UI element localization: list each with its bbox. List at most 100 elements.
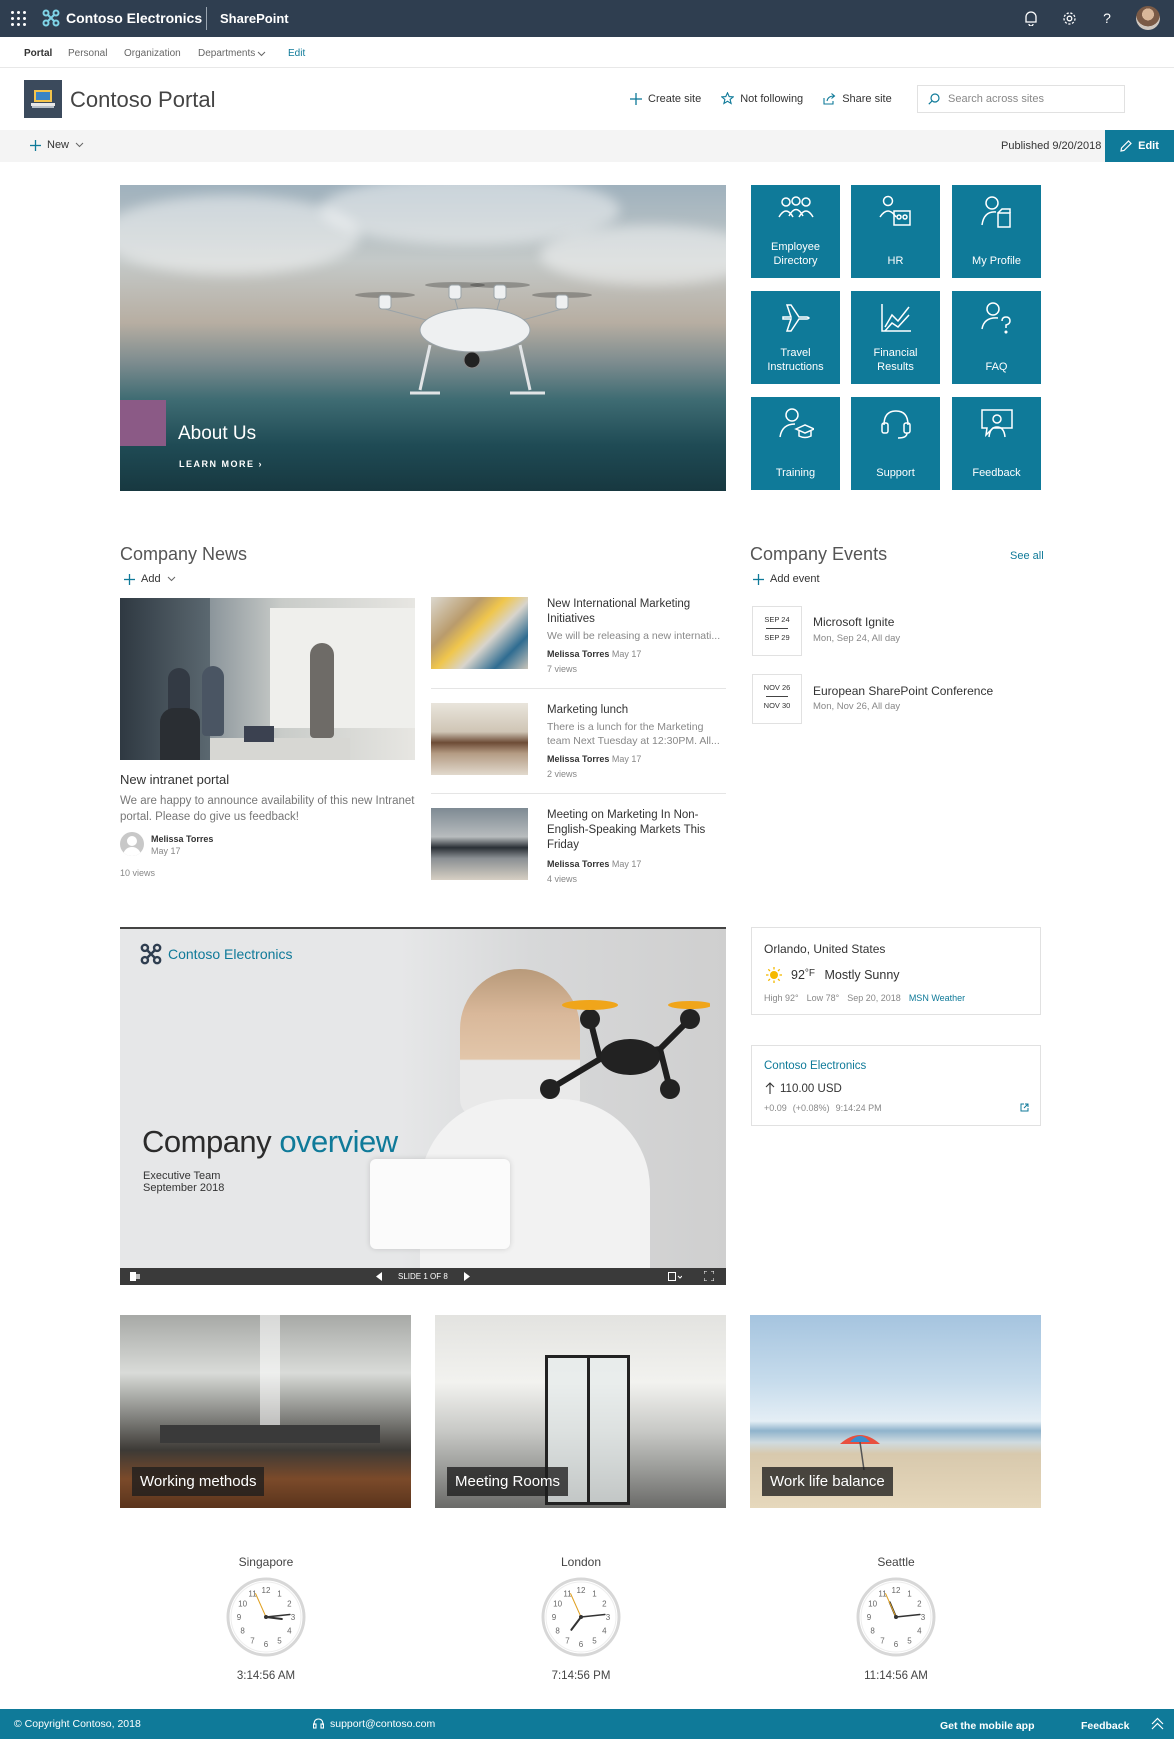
scroll-to-top-icon[interactable] bbox=[1151, 1717, 1164, 1730]
hubnav-item-departments[interactable]: Departments bbox=[198, 48, 255, 59]
event-date-divider bbox=[766, 696, 788, 697]
news-main-title[interactable]: New intranet portal bbox=[120, 772, 229, 787]
add-event-button[interactable]: Add event bbox=[753, 573, 820, 585]
presentation-viewer[interactable]: Contoso Electronics Company overview Exe… bbox=[120, 927, 726, 1285]
plus-icon bbox=[30, 139, 41, 151]
new-label: New bbox=[47, 139, 70, 151]
footer-email-link[interactable]: support@contoso.com bbox=[330, 1718, 435, 1730]
quicklink-my-profile[interactable]: My Profile bbox=[952, 185, 1041, 278]
learn-more-link[interactable]: LEARN MORE › bbox=[179, 459, 263, 469]
previous-slide-icon[interactable] bbox=[376, 1272, 382, 1281]
weather-card[interactable]: Orlando, United States 92°F Mostly Sunny… bbox=[751, 927, 1041, 1015]
tile-meeting-rooms[interactable]: Meeting Rooms bbox=[435, 1315, 726, 1508]
hero-title[interactable]: About Us bbox=[178, 423, 256, 445]
mobile-app-link[interactable]: Get the mobile app bbox=[940, 1720, 1035, 1732]
edit-page-button[interactable]: Edit bbox=[1105, 130, 1174, 162]
person bbox=[202, 666, 224, 736]
stock-card[interactable]: Contoso Electronics 110.00 USD +0.09 (+0… bbox=[751, 1045, 1041, 1126]
bell-icon[interactable] bbox=[1022, 9, 1040, 27]
new-button[interactable]: New bbox=[30, 139, 84, 151]
edit-label: Edit bbox=[1138, 140, 1159, 152]
event-title[interactable]: European SharePoint Conference bbox=[813, 684, 993, 698]
stock-name[interactable]: Contoso Electronics bbox=[764, 1060, 866, 1072]
news-item-title[interactable]: New International Marketing Initiatives bbox=[547, 597, 727, 627]
next-slide-icon[interactable] bbox=[464, 1272, 470, 1281]
search-box[interactable]: Search across sites bbox=[917, 85, 1125, 113]
chevron-down-icon bbox=[75, 142, 84, 148]
hubnav-item-portal[interactable]: Portal bbox=[24, 48, 52, 59]
weather-high: High 92° bbox=[764, 993, 799, 1003]
view-options-icon[interactable] bbox=[668, 1272, 682, 1281]
chevron-down-icon bbox=[257, 51, 266, 57]
quicklink-travel[interactable]: Travel Instructions bbox=[751, 291, 840, 384]
clock-numeral: 8 bbox=[555, 1627, 560, 1636]
quicklink-label: Travel Instructions bbox=[767, 347, 824, 373]
quicklink-hr[interactable]: HR bbox=[851, 185, 940, 278]
weather-source-link[interactable]: MSN Weather bbox=[909, 993, 965, 1003]
gear-icon[interactable] bbox=[1060, 9, 1078, 27]
avatar[interactable] bbox=[1136, 6, 1160, 30]
news-item-views: 2 views bbox=[547, 769, 578, 779]
quicklink-feedback[interactable]: Feedback bbox=[952, 397, 1041, 490]
hero-banner[interactable]: About Us LEARN MORE › bbox=[120, 185, 726, 491]
news-add-button[interactable]: Add bbox=[124, 573, 176, 585]
help-icon[interactable]: ? bbox=[1098, 9, 1116, 27]
clock-numeral: 6 bbox=[579, 1640, 584, 1649]
quicklink-employee-directory[interactable]: Employee Directory bbox=[751, 185, 840, 278]
news-item-title[interactable]: Meeting on Marketing In Non-English-Spea… bbox=[547, 808, 727, 853]
follow-button[interactable]: Not following bbox=[721, 92, 803, 105]
site-logo[interactable] bbox=[24, 80, 62, 118]
footer-feedback-link[interactable]: Feedback bbox=[1081, 1720, 1129, 1732]
person bbox=[160, 708, 200, 760]
quicklink-financial-results[interactable]: Financial Results bbox=[851, 291, 940, 384]
hubnav-item-personal[interactable]: Personal bbox=[68, 48, 107, 59]
news-item-date: May 17 bbox=[611, 649, 642, 659]
event-when: Mon, Sep 24, All day bbox=[813, 633, 901, 644]
quicklink-faq[interactable]: FAQ bbox=[952, 291, 1041, 384]
chart-icon bbox=[851, 301, 940, 341]
news-item[interactable]: Marketing lunch There is a lunch for the… bbox=[431, 703, 726, 803]
clock-numeral: 10 bbox=[868, 1600, 877, 1609]
news-item-author[interactable]: Melissa Torres bbox=[547, 859, 609, 869]
clock-numeral: 3 bbox=[291, 1613, 296, 1622]
app-launcher-icon[interactable] bbox=[10, 10, 27, 27]
deck-subtitle-2: September 2018 bbox=[143, 1182, 225, 1194]
office-icon[interactable] bbox=[130, 1272, 140, 1281]
news-main-author[interactable]: Melissa Torres bbox=[151, 834, 213, 844]
create-site-button[interactable]: Create site bbox=[630, 92, 701, 105]
hr-icon bbox=[851, 195, 940, 235]
clock-city: Singapore bbox=[238, 1555, 294, 1569]
hubnav-item-edit[interactable]: Edit bbox=[288, 48, 305, 59]
suite-brand[interactable]: Contoso Electronics bbox=[42, 9, 202, 27]
quicklink-support[interactable]: Support bbox=[851, 397, 940, 490]
tile-working-methods[interactable]: Working methods bbox=[120, 1315, 411, 1508]
stock-details: +0.09 (+0.08%) 9:14:24 PM bbox=[764, 1103, 882, 1113]
plus-icon bbox=[630, 92, 642, 105]
news-item-views: 7 views bbox=[547, 664, 578, 674]
external-link-icon[interactable] bbox=[1020, 1103, 1029, 1112]
news-item[interactable]: Meeting on Marketing In Non-English-Spea… bbox=[431, 808, 726, 908]
footer: © Copyright Contoso, 2018 support@contos… bbox=[0, 1709, 1174, 1739]
deck-title-a: Company bbox=[142, 1124, 272, 1159]
hubnav-item-organization[interactable]: Organization bbox=[124, 48, 181, 59]
news-item-title[interactable]: Marketing lunch bbox=[547, 703, 727, 718]
tile-work-life-balance[interactable]: Work life balance bbox=[750, 1315, 1041, 1508]
suite-product[interactable]: SharePoint bbox=[220, 11, 289, 26]
pencil-icon bbox=[1120, 140, 1132, 152]
clock-time: 11:14:56 AM bbox=[864, 1670, 928, 1682]
news-item-author[interactable]: Melissa Torres bbox=[547, 649, 609, 659]
sun-icon bbox=[766, 967, 782, 983]
events-see-all-link[interactable]: See all bbox=[1010, 550, 1044, 562]
weather-details: High 92° Low 78° Sep 20, 2018 MSN Weathe… bbox=[764, 993, 965, 1003]
drone-image bbox=[355, 282, 592, 395]
site-title[interactable]: Contoso Portal bbox=[70, 87, 216, 113]
quicklink-training[interactable]: Training bbox=[751, 397, 840, 490]
event-title[interactable]: Microsoft Ignite bbox=[813, 615, 894, 629]
news-item-author[interactable]: Melissa Torres bbox=[547, 754, 609, 764]
news-item[interactable]: New International Marketing Initiatives … bbox=[431, 597, 726, 697]
published-status: Published 9/20/2018 bbox=[1001, 140, 1102, 152]
news-main-image[interactable] bbox=[120, 598, 415, 760]
clock-center bbox=[264, 1615, 268, 1619]
share-site-button[interactable]: Share site bbox=[823, 92, 892, 105]
fullscreen-icon[interactable] bbox=[704, 1271, 714, 1281]
